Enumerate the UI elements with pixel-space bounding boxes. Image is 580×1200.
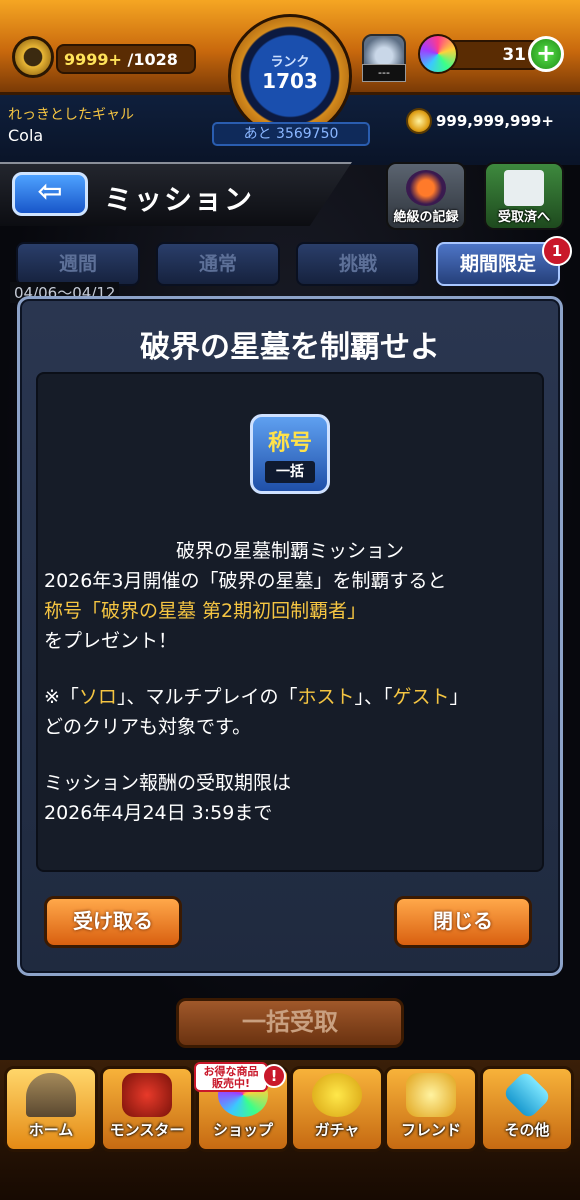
receive-button[interactable]: 受け取る [44, 896, 182, 948]
mode-solo: ソロ [78, 686, 117, 708]
received-label: 受取済へ [497, 210, 550, 225]
rank-label: ランク [270, 55, 310, 70]
note-text: 」 [449, 686, 469, 708]
nav-monster[interactable]: モンスター [100, 1066, 194, 1152]
buy-orbs-button[interactable]: + [528, 36, 564, 72]
mode-host: ホスト [297, 686, 355, 708]
friend-icon [406, 1073, 456, 1117]
shop-promo-badge: お得な商品 販売中! [194, 1062, 268, 1092]
title-reward-label: 称号 [267, 431, 312, 456]
promo-line: 販売中! [211, 1077, 251, 1090]
mode-guest: ゲスト [392, 686, 450, 708]
received-button[interactable]: 受取済へ [484, 162, 564, 230]
exp-remaining-label: あと [243, 126, 272, 142]
reward-title-text: 称号「破界の星墓 第2期初回制覇者」 [44, 600, 367, 622]
nav-label: ホーム [28, 1121, 74, 1139]
stamina-icon [12, 36, 54, 78]
rank-value: 1703 [262, 69, 318, 93]
nav-label: ショップ [212, 1121, 273, 1139]
record-icon [406, 170, 446, 206]
gold-coin-icon [406, 108, 432, 134]
exp-remaining-value: 3569750 [276, 126, 339, 142]
title-reward-icon: 称号 一括 [250, 414, 330, 494]
player-title: れっきとしたギャル [8, 107, 134, 123]
nav-label: フレンド [400, 1121, 461, 1139]
nav-label: その他 [504, 1121, 550, 1139]
page-title: ミッション [104, 183, 255, 216]
orb-icon [418, 34, 458, 74]
book-icon [504, 170, 544, 206]
player-name: Cola [8, 126, 44, 145]
stamina-readout: 9999+ /1028 [64, 50, 178, 69]
orb-count: 31 [502, 45, 526, 65]
note-text: 」、「 [354, 686, 393, 708]
nav-home[interactable]: ホーム [4, 1066, 98, 1152]
back-button[interactable]: ⇦ [12, 172, 88, 216]
nav-gacha[interactable]: ガチャ [290, 1066, 384, 1152]
timer-display: --- [362, 64, 406, 82]
nav-label: モンスター [109, 1121, 185, 1139]
tab-challenge[interactable]: 挑戦 [296, 242, 420, 286]
title-reward-sub: 一括 [265, 461, 315, 483]
other-icon [502, 1070, 552, 1120]
shop-alert-badge: ! [262, 1064, 286, 1088]
gold-amount: 999,999,999+ [436, 112, 554, 130]
rank-gauge[interactable]: ランク 1703 [228, 14, 352, 138]
description-line: 破界の星墓制覇ミッション [175, 540, 404, 562]
gacha-egg-icon [312, 1073, 362, 1117]
note-text: 」、マルチプレイの「 [116, 686, 298, 708]
deadline-date: 2026年4月24日 3:59まで [44, 802, 273, 824]
nav-friend[interactable]: フレンド [384, 1066, 478, 1152]
dialog-title: 破界の星墓を制覇せよ [140, 330, 440, 365]
nav-other[interactable]: その他 [480, 1066, 574, 1152]
monster-icon [122, 1073, 172, 1117]
stamina-current: 9999+ [64, 50, 122, 69]
description-line: をプレゼント！ [44, 630, 178, 652]
deadline-text: ミッション報酬の受取期限は [44, 772, 292, 794]
description-line: どのクリアも対象です。 [44, 716, 252, 738]
notification-badge: 1 [542, 236, 572, 266]
eligibility-note: ※「ソロ」、マルチプレイの「ホスト」、「ゲスト」 [44, 682, 469, 709]
exp-remaining: あと 3569750 [212, 122, 370, 146]
tab-weekly[interactable]: 週間 [16, 242, 140, 286]
record-label: 絶級の記録 [393, 210, 459, 225]
home-icon [26, 1073, 76, 1117]
close-button[interactable]: 閉じる [394, 896, 532, 948]
nav-label: ガチャ [314, 1121, 360, 1139]
note-text: ※「 [44, 686, 79, 708]
record-button[interactable]: 絶級の記録 [386, 162, 466, 230]
stamina-max: /1028 [127, 50, 178, 69]
tab-normal[interactable]: 通常 [156, 242, 280, 286]
description-line: 2026年3月開催の「破界の星墓」を制覇すると [44, 570, 447, 592]
bulk-receive-button[interactable]: 一括受取 [176, 998, 404, 1048]
